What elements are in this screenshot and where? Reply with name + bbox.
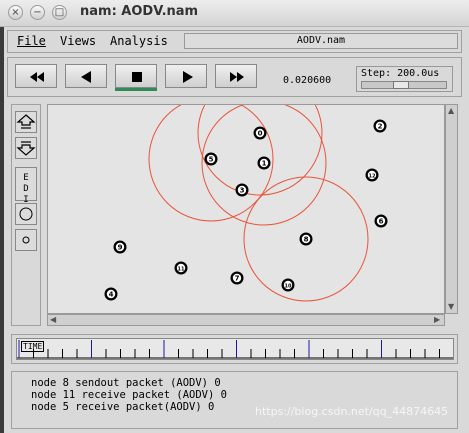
close-icon[interactable]: ×	[8, 5, 23, 20]
stop-active-indicator	[115, 88, 157, 91]
range-circle-node-0	[197, 105, 323, 196]
tool-sidebar: EDIT	[11, 104, 41, 326]
watermark: https://blog.csdn.net/qq_44874645	[255, 405, 449, 418]
zoom-out-icon	[16, 141, 36, 156]
stop-button[interactable]	[115, 64, 157, 88]
log-line: node 8 sendout packet (AODV) 0	[31, 377, 221, 389]
vertical-scrollbar[interactable]: ▲ ▼	[445, 104, 458, 314]
step-control: Step: 200.0us	[356, 66, 453, 92]
node-label: 6	[379, 218, 384, 226]
scroll-left-icon[interactable]: ◀	[50, 315, 56, 325]
network-node-3[interactable]: 3	[235, 183, 249, 197]
log-line: node 11 receive packet (AODV) 0	[31, 389, 227, 401]
step-slider[interactable]	[361, 81, 447, 89]
scroll-down-icon[interactable]: ▼	[448, 302, 454, 312]
network-node-9[interactable]: 9	[113, 240, 127, 254]
rewind-icon	[30, 72, 44, 82]
play-button[interactable]	[165, 64, 207, 88]
node-label: 1	[262, 160, 267, 168]
step-slider-thumb[interactable]	[393, 81, 409, 89]
network-node-7[interactable]: 7	[230, 271, 244, 285]
file-name-display: AODV.nam	[184, 33, 458, 49]
node-label: 5	[209, 156, 214, 164]
network-node-4[interactable]: 4	[104, 287, 118, 301]
menu-analysis-label: Analysis	[110, 34, 168, 48]
menu-file[interactable]: File	[17, 34, 46, 48]
small-circle-icon	[22, 236, 30, 244]
node-label: 7	[235, 275, 240, 283]
network-node-5[interactable]: 5	[204, 152, 218, 166]
network-node-10[interactable]: 10	[281, 278, 295, 292]
zoom-in-icon	[16, 114, 36, 129]
network-node-0[interactable]: 0	[253, 126, 267, 140]
network-node-8[interactable]: 8	[299, 232, 313, 246]
step-back-button[interactable]	[65, 64, 107, 88]
node-label: 10	[285, 284, 292, 290]
fast-forward-icon	[230, 72, 244, 82]
circle-icon	[19, 207, 33, 221]
playback-controls: 0.020600 Step: 200.0us	[7, 57, 462, 97]
node-label: 2	[378, 123, 383, 131]
scroll-right-icon[interactable]: ▶	[434, 315, 440, 325]
rewind-button[interactable]	[15, 64, 57, 88]
node-label: 0	[258, 130, 263, 138]
play-icon	[183, 71, 193, 83]
timeline-slider[interactable]: TIME	[16, 338, 454, 360]
timeline-label: TIME	[21, 341, 45, 352]
network-node-2[interactable]: 2	[373, 119, 387, 133]
node-label: 4	[109, 291, 114, 299]
zoom-out-button[interactable]	[15, 137, 37, 159]
network-graph: 0123456789101112	[104, 105, 388, 302]
network-node-6[interactable]: 6	[374, 214, 388, 228]
node-label: 11	[178, 267, 185, 273]
step-label: Step: 200.0us	[361, 68, 440, 79]
network-node-11[interactable]: 11	[174, 261, 188, 275]
nam-window: × − □ nam: AODV.nam File Views Analysis …	[0, 0, 469, 433]
network-node-12[interactable]: 12	[365, 168, 379, 182]
log-line: node 5 receive packet(AODV) 0	[31, 401, 215, 413]
minimize-icon[interactable]: −	[30, 5, 45, 20]
back-icon	[81, 71, 91, 83]
timeline-panel: TIME	[11, 334, 458, 364]
menu-file-label: File	[17, 34, 46, 48]
window-title: nam: AODV.nam	[80, 4, 199, 19]
edit-button[interactable]: EDIT	[15, 167, 37, 216]
menu-bar: File Views Analysis AODV.nam	[7, 30, 462, 53]
node-label: 9	[118, 244, 123, 252]
network-node-1[interactable]: 1	[257, 156, 271, 170]
timeline-ticks	[17, 340, 453, 359]
window-edge	[0, 26, 4, 433]
scroll-up-icon[interactable]: ▲	[448, 106, 454, 116]
node-label: 12	[369, 174, 376, 180]
node-label: 8	[304, 236, 309, 244]
node-tool-button[interactable]	[15, 203, 37, 225]
menu-analysis[interactable]: Analysis	[110, 34, 168, 48]
zoom-in-button[interactable]	[15, 111, 37, 133]
node-label: 3	[240, 187, 245, 195]
maximize-icon[interactable]: □	[52, 5, 67, 20]
network-canvas[interactable]: 0 1 2 3 4 5 6 7 8 9 10 11 12	[47, 104, 445, 314]
event-log: node 8 sendout packet (AODV) 0 node 11 r…	[11, 371, 458, 429]
link-tool-button[interactable]	[15, 229, 37, 251]
menu-views-label: Views	[60, 34, 97, 48]
horizontal-scrollbar[interactable]: ◀ ▶	[47, 314, 445, 326]
fast-forward-button[interactable]	[215, 64, 257, 88]
menu-views[interactable]: Views	[60, 34, 96, 48]
stop-icon	[132, 72, 142, 82]
current-time: 0.020600	[283, 75, 332, 86]
title-bar[interactable]: × − □ nam: AODV.nam	[0, 0, 469, 27]
